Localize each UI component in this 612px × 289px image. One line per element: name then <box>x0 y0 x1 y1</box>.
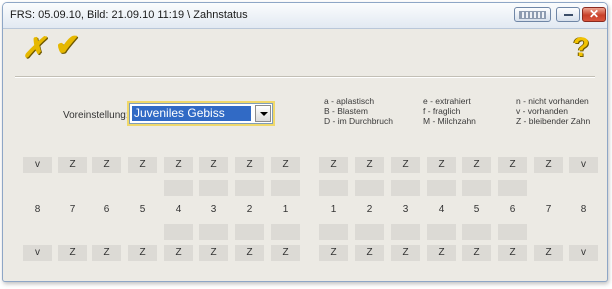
lower-tooth-status[interactable]: Z <box>427 245 456 261</box>
zahnstatus-window: FRS: 05.09.10, Bild: 21.09.10 11:19 \ Za… <box>2 2 608 282</box>
upper-tooth-status[interactable]: v <box>569 157 598 173</box>
lower-tooth-status[interactable]: Z <box>128 245 157 261</box>
upper-tooth-extra[interactable] <box>355 180 384 196</box>
tooth-number: 1 <box>282 204 289 215</box>
legend-item: B - Blastem <box>324 106 368 116</box>
checkmark-icon[interactable]: ✔ <box>55 31 80 61</box>
lower-tooth-status[interactable]: Z <box>92 245 121 261</box>
upper-tooth-extra[interactable] <box>164 180 193 196</box>
upper-tooth-extra[interactable] <box>427 180 456 196</box>
upper-tooth-status[interactable]: Z <box>319 157 348 173</box>
chevron-down-icon[interactable] <box>255 105 271 122</box>
upper-tooth-status[interactable]: Z <box>391 157 420 173</box>
legend-column-3: n - nicht vorhanden v - vorhanden Z - bl… <box>516 96 590 126</box>
lower-tooth-status[interactable]: v <box>23 245 52 261</box>
help-icon[interactable]: ? <box>573 33 590 61</box>
legend-column-2: e - extrahiert f - fraglich M - Milchzah… <box>423 96 476 126</box>
minimize-button[interactable] <box>556 7 580 22</box>
title-bar[interactable]: FRS: 05.09.10, Bild: 21.09.10 11:19 \ Za… <box>3 3 607 29</box>
upper-tooth-status[interactable]: Z <box>271 157 300 173</box>
minimize-icon <box>564 14 573 16</box>
lower-tooth-extra[interactable] <box>164 224 193 240</box>
toolbar: ✗ ✔ ? <box>3 29 607 75</box>
tooth-number: 3 <box>402 204 409 215</box>
lower-tooth-extra[interactable] <box>462 224 491 240</box>
upper-tooth-status[interactable]: Z <box>498 157 527 173</box>
toolbar-divider <box>15 76 595 78</box>
legend-item: f - fraglich <box>423 106 461 116</box>
lower-tooth-status[interactable]: Z <box>498 245 527 261</box>
lower-tooth-status[interactable]: Z <box>271 245 300 261</box>
lower-tooth-status[interactable]: Z <box>355 245 384 261</box>
preset-label: Voreinstellung: <box>63 110 129 121</box>
legend-item: D - im Durchbruch <box>324 116 393 126</box>
upper-tooth-status[interactable]: Z <box>462 157 491 173</box>
tooth-number: 5 <box>139 204 146 215</box>
legend-item: v - vorhanden <box>516 106 568 116</box>
tooth-number: 4 <box>175 204 182 215</box>
tooth-number: 8 <box>34 204 41 215</box>
keyboard-icon <box>519 11 546 19</box>
upper-tooth-status[interactable]: Z <box>128 157 157 173</box>
window-title: FRS: 05.09.10, Bild: 21.09.10 11:19 \ Za… <box>10 9 248 21</box>
lower-tooth-status[interactable]: Z <box>58 245 87 261</box>
lower-tooth-status[interactable]: Z <box>319 245 348 261</box>
legend-item: n - nicht vorhanden <box>516 96 589 106</box>
lower-tooth-extra[interactable] <box>271 224 300 240</box>
lower-tooth-extra[interactable] <box>235 224 264 240</box>
upper-tooth-status[interactable]: Z <box>235 157 264 173</box>
lower-tooth-status[interactable]: Z <box>164 245 193 261</box>
tooth-number: 1 <box>330 204 337 215</box>
upper-tooth-status[interactable]: Z <box>199 157 228 173</box>
tooth-number: 3 <box>210 204 217 215</box>
legend-item: M - Milchzahn <box>423 116 476 126</box>
tooth-number: 4 <box>438 204 445 215</box>
legend-item: Z - bleibender Zahn <box>516 116 591 126</box>
lower-tooth-status[interactable]: Z <box>534 245 563 261</box>
lower-tooth-extra[interactable] <box>391 224 420 240</box>
upper-tooth-extra[interactable] <box>271 180 300 196</box>
preset-selected-value: Juveniles Gebiss <box>132 106 251 121</box>
lower-tooth-extra[interactable] <box>498 224 527 240</box>
upper-tooth-status[interactable]: Z <box>58 157 87 173</box>
tooth-number: 8 <box>580 204 587 215</box>
upper-tooth-status[interactable]: Z <box>355 157 384 173</box>
upper-tooth-status[interactable]: Z <box>164 157 193 173</box>
upper-tooth-extra[interactable] <box>391 180 420 196</box>
upper-tooth-extra[interactable] <box>498 180 527 196</box>
keyboard-button[interactable] <box>514 7 551 22</box>
lower-tooth-extra[interactable] <box>199 224 228 240</box>
upper-tooth-status[interactable]: Z <box>534 157 563 173</box>
lower-tooth-status[interactable]: Z <box>235 245 264 261</box>
tooth-number: 6 <box>509 204 516 215</box>
lower-tooth-extra[interactable] <box>355 224 384 240</box>
tooth-number: 6 <box>103 204 110 215</box>
close-icon: ✕ <box>588 7 600 21</box>
upper-tooth-status[interactable]: Z <box>427 157 456 173</box>
lower-tooth-extra[interactable] <box>319 224 348 240</box>
cancel-icon[interactable]: ✗ <box>22 34 45 62</box>
lower-tooth-status[interactable]: Z <box>391 245 420 261</box>
tooth-number: 2 <box>366 204 373 215</box>
upper-tooth-extra[interactable] <box>235 180 264 196</box>
tooth-number: 7 <box>69 204 76 215</box>
lower-tooth-status[interactable]: Z <box>199 245 228 261</box>
lower-tooth-extra[interactable] <box>427 224 456 240</box>
upper-tooth-extra[interactable] <box>199 180 228 196</box>
legend-column-1: a - aplastisch B - Blastem D - im Durchb… <box>324 96 393 126</box>
close-button[interactable]: ✕ <box>582 7 606 22</box>
upper-tooth-extra[interactable] <box>462 180 491 196</box>
tooth-number: 7 <box>545 204 552 215</box>
upper-tooth-status[interactable]: Z <box>92 157 121 173</box>
upper-tooth-status[interactable]: v <box>23 157 52 173</box>
tooth-number: 2 <box>246 204 253 215</box>
tooth-number: 5 <box>473 204 480 215</box>
preset-dropdown[interactable]: Juveniles Gebiss <box>127 101 275 126</box>
legend-item: e - extrahiert <box>423 96 471 106</box>
upper-tooth-extra[interactable] <box>319 180 348 196</box>
lower-tooth-status[interactable]: v <box>569 245 598 261</box>
lower-tooth-status[interactable]: Z <box>462 245 491 261</box>
legend-item: a - aplastisch <box>324 96 375 106</box>
